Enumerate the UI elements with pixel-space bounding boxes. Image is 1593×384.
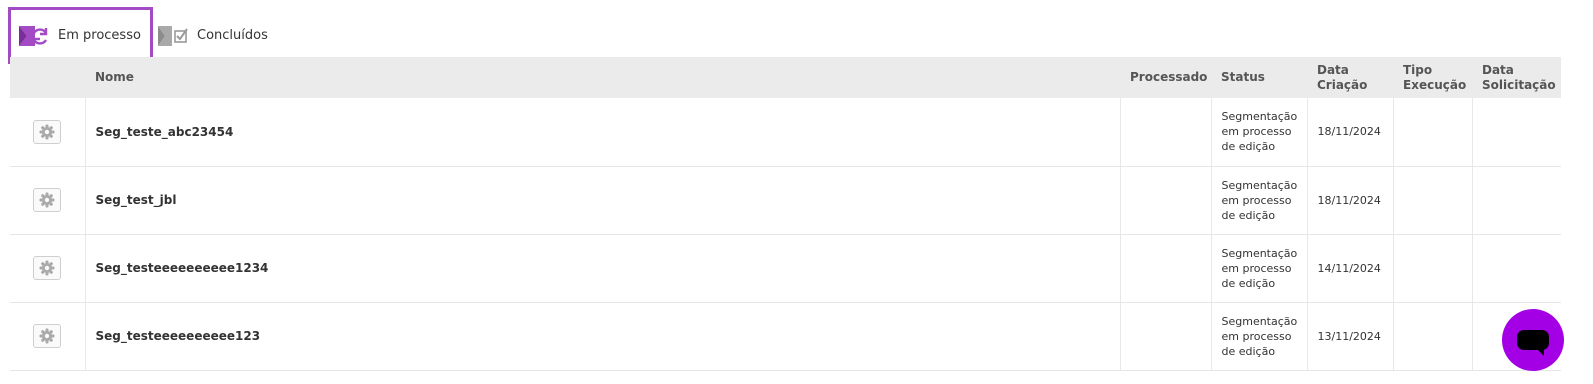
actions-cell bbox=[10, 302, 85, 371]
status-line: Segmentação bbox=[1221, 178, 1298, 192]
actions-cell bbox=[10, 98, 85, 167]
row-settings-button[interactable] bbox=[33, 188, 62, 212]
row-request-date bbox=[1471, 166, 1561, 235]
gear-icon bbox=[39, 192, 55, 208]
header-nome[interactable]: Nome bbox=[85, 57, 1120, 98]
header-processado[interactable]: Processado bbox=[1120, 57, 1211, 98]
send-check-icon bbox=[158, 25, 188, 46]
row-created-date: 18/11/2024 bbox=[1306, 98, 1393, 167]
header-data-solicitacao[interactable]: Data Solicitação bbox=[1472, 57, 1561, 98]
tab-label: Em processo bbox=[58, 28, 141, 43]
row-name: Seg_teste_abc23454 bbox=[84, 98, 1120, 167]
table-row[interactable]: Seg_testeeeeeeeeee123 Segmentação em proc… bbox=[10, 302, 1561, 371]
chat-bubble-icon bbox=[1517, 330, 1549, 356]
row-status: Segmentação em processo de edição bbox=[1210, 302, 1307, 371]
header-text: Solicitação bbox=[1482, 77, 1556, 92]
row-name: Seg_test_jbl bbox=[84, 166, 1120, 235]
row-name: Seg_testeeeeeeeeee1234 bbox=[84, 234, 1120, 303]
status-line: de edição bbox=[1221, 140, 1276, 154]
row-exec-type bbox=[1392, 302, 1472, 371]
header-tipo-execucao[interactable]: Tipo Execução bbox=[1393, 57, 1472, 98]
table-row[interactable]: Seg_testeeeeeeeeee1234 Segmentação em pro… bbox=[10, 234, 1561, 303]
row-status: Segmentação em processo de edição bbox=[1210, 234, 1307, 303]
table-header-row: Nome Processado Status Data Criação Tipo E… bbox=[10, 57, 1561, 98]
row-status: Segmentação em processo de edição bbox=[1210, 98, 1307, 167]
row-request-date bbox=[1471, 234, 1561, 303]
row-processed bbox=[1119, 302, 1211, 371]
row-settings-button[interactable] bbox=[33, 119, 62, 144]
row-created-date: 13/11/2024 bbox=[1306, 302, 1393, 371]
row-exec-type bbox=[1392, 98, 1472, 167]
status-line: de edição bbox=[1221, 344, 1276, 358]
header-status[interactable]: Status bbox=[1211, 57, 1307, 98]
tab-label: Concluídos bbox=[197, 28, 268, 43]
header-text: Execução bbox=[1403, 77, 1467, 92]
row-request-date bbox=[1471, 98, 1561, 167]
status-line: de edição bbox=[1221, 208, 1276, 222]
send-sync-icon bbox=[19, 25, 48, 46]
status-line: em processo bbox=[1221, 261, 1292, 275]
actions-cell bbox=[10, 166, 85, 235]
header-text: Criação bbox=[1317, 77, 1368, 92]
status-line: em processo bbox=[1221, 125, 1292, 139]
status-line: Segmentação bbox=[1221, 110, 1298, 124]
tab-concluidos[interactable]: Concluídos bbox=[153, 7, 268, 64]
header-data-criacao[interactable]: Data Criação bbox=[1307, 57, 1393, 98]
status-line: Segmentação bbox=[1221, 246, 1298, 260]
row-exec-type bbox=[1392, 166, 1472, 235]
actions-cell bbox=[10, 234, 85, 303]
status-line: de edição bbox=[1221, 276, 1276, 290]
row-processed bbox=[1119, 234, 1211, 303]
row-processed bbox=[1119, 98, 1211, 167]
row-created-date: 14/11/2024 bbox=[1306, 234, 1393, 303]
header-text: Data bbox=[1482, 62, 1514, 77]
table-row[interactable]: Seg_teste_abc23454 Segmentação em process… bbox=[10, 98, 1561, 167]
tab-bar: Em processo Concluídos bbox=[8, 7, 268, 64]
header-actions bbox=[10, 57, 85, 98]
row-settings-button[interactable] bbox=[33, 324, 62, 348]
gear-icon bbox=[39, 260, 55, 276]
row-created-date: 18/11/2024 bbox=[1306, 166, 1393, 235]
status-line: em processo bbox=[1221, 193, 1292, 207]
status-line: em processo bbox=[1221, 329, 1292, 343]
table-row[interactable]: Seg_test_jbl Segmentação em processo de ed… bbox=[10, 166, 1561, 235]
row-settings-button[interactable] bbox=[33, 256, 62, 280]
row-processed bbox=[1119, 166, 1211, 235]
chat-button[interactable] bbox=[1502, 309, 1564, 371]
header-text: Tipo bbox=[1403, 62, 1433, 77]
segments-table: Nome Processado Status Data Criação Tipo E… bbox=[10, 57, 1561, 371]
header-text: Data bbox=[1317, 62, 1349, 77]
gear-icon bbox=[39, 328, 55, 344]
gear-icon bbox=[39, 124, 55, 140]
row-status: Segmentação em processo de edição bbox=[1210, 166, 1307, 235]
row-name: Seg_testeeeeeeeeee123 bbox=[84, 302, 1120, 371]
tab-em-processo[interactable]: Em processo bbox=[8, 7, 153, 64]
row-exec-type bbox=[1392, 234, 1472, 303]
status-line: Segmentação bbox=[1221, 314, 1298, 328]
